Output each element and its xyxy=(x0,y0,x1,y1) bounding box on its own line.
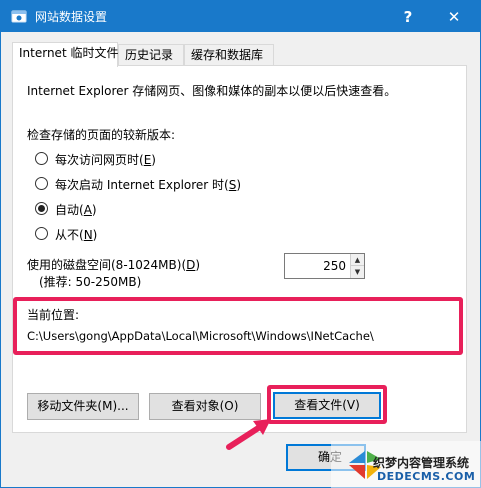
disk-space-value[interactable]: 250 xyxy=(323,259,346,273)
chevron-up-icon[interactable]: ▲ xyxy=(351,254,364,266)
watermark-text-en: DEDECMS.COM xyxy=(377,470,476,483)
view-files-highlight-box xyxy=(267,385,387,424)
location-highlight-box xyxy=(13,297,463,355)
tab-panel xyxy=(12,65,467,433)
disk-space-stepper[interactable]: 250 ▲ ▼ xyxy=(284,253,365,279)
stepper-arrows: ▲ ▼ xyxy=(350,254,364,278)
check-heading: 检查存储的页面的较新版本: xyxy=(27,128,176,142)
help-button[interactable]: ? xyxy=(385,4,431,30)
radio-label: 自动(A) xyxy=(55,203,97,217)
radio-circle[interactable] xyxy=(35,177,48,190)
disk-space-recommend: (推荐: 50-250MB) xyxy=(39,275,142,289)
tab-history[interactable]: 历史记录 xyxy=(118,44,184,66)
move-folder-button[interactable]: 移动文件夹(M)... xyxy=(27,393,139,420)
close-button[interactable]: ✕ xyxy=(431,4,477,30)
ie-settings-icon xyxy=(11,10,27,23)
tab-internet-temp-files[interactable]: Internet 临时文件 xyxy=(12,42,118,67)
tab-cache-databases[interactable]: 缓存和数据库 xyxy=(184,44,274,66)
dialog-window: 网站数据设置 ? ✕ Internet 临时文件 历史记录 缓存和数据库 Int… xyxy=(0,0,481,488)
radio-label: 每次访问网页时(E) xyxy=(55,153,156,167)
radio-circle-selected[interactable] xyxy=(35,202,48,215)
disk-space-label: 使用的磁盘空间(8-1024MB)(D) xyxy=(27,258,201,272)
pointer-arrow-icon xyxy=(226,419,271,450)
radio-label: 从不(N) xyxy=(55,228,98,242)
watermark-text-cn: 织梦内容管理系统 xyxy=(373,456,470,470)
radio-label: 每次启动 Internet Explorer 时(S) xyxy=(55,178,242,192)
window-title: 网站数据设置 xyxy=(35,10,108,24)
chevron-down-icon[interactable]: ▼ xyxy=(351,266,364,278)
radio-circle[interactable] xyxy=(35,227,48,240)
radio-circle[interactable] xyxy=(35,152,48,165)
title-bar[interactable]: 网站数据设置 ? ✕ xyxy=(1,1,480,32)
description-text: Internet Explorer 存储网页、图像和媒体的副本以便以后快速查看。 xyxy=(27,84,397,98)
